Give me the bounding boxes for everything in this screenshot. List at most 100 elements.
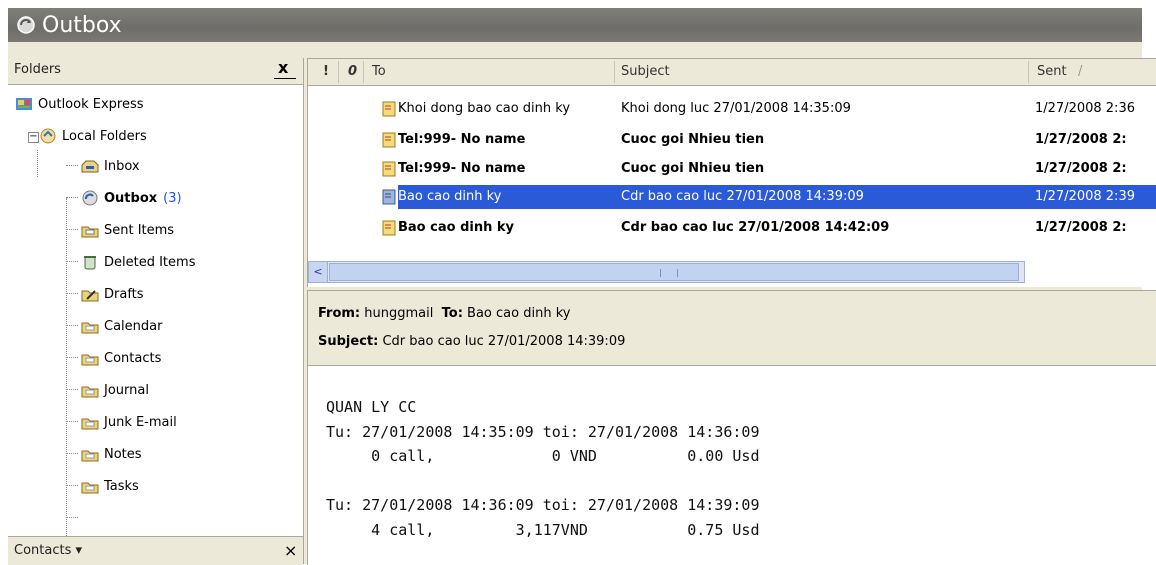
message-sent: 1/27/2008 2:	[1035, 220, 1127, 235]
tree-line	[66, 198, 67, 538]
message-row[interactable]: Tel:999- No name Cuoc goi Nhieu tien 1/2…	[308, 128, 1156, 152]
to-value: Bao cao dinh ky	[467, 306, 571, 321]
message-row[interactable]: Tel:999- No name Cuoc goi Nhieu tien 1/2…	[308, 157, 1156, 181]
folder-label: Sent Items	[104, 222, 175, 238]
message-to: Tel:999- No name	[398, 161, 526, 176]
folder-icon	[81, 482, 99, 494]
tree-line	[66, 421, 78, 422]
message-body: QUAN LY CC Tu: 27/01/2008 14:35:09 toi: …	[326, 398, 760, 539]
folder-label: Contacts	[104, 350, 162, 366]
close-folders-button[interactable]: x	[278, 58, 288, 77]
folder-notes[interactable]: Notes	[80, 443, 142, 465]
from-value: hunggmail	[364, 306, 434, 321]
folder-label: Outlook Express	[38, 96, 144, 112]
folder-deleted-items[interactable]: Deleted Items	[80, 251, 195, 273]
subject-value: Cdr bao cao luc 27/01/2008 14:39:09	[382, 334, 626, 349]
folder-junk-email[interactable]: Junk E-mail	[80, 411, 177, 433]
tree-line	[66, 389, 78, 390]
folders-pane: Folders x − Outlook Express Local Folder…	[8, 58, 304, 564]
message-subject: Cdr bao cao luc 27/01/2008 14:42:09	[621, 220, 890, 235]
tree-line	[66, 357, 78, 358]
column-separator	[338, 61, 339, 83]
folder-tasks[interactable]: Tasks	[80, 475, 139, 497]
tree-line	[66, 197, 78, 198]
message-to: Bao cao dinh ky	[398, 220, 514, 235]
message-row[interactable]: Bao cao dinh ky Cdr bao cao luc 27/01/20…	[308, 216, 1156, 240]
close-underline	[274, 78, 296, 79]
window-title: Outbox	[42, 12, 122, 38]
folders-title: Folders	[14, 62, 61, 77]
preview-pane: From: hunggmail To: Bao cao dinh ky Subj…	[307, 290, 1156, 565]
message-subject: Cuoc goi Nhieu tien	[621, 132, 765, 147]
contacts-pane-header: Contacts ▾ ×	[8, 536, 303, 565]
subject-label: Subject:	[318, 334, 379, 349]
message-sent: 1/27/2008 2:36	[1035, 101, 1135, 116]
message-subject: Khoi dong luc 27/01/2008 14:35:09	[621, 101, 851, 116]
sort-indicator-icon: /	[1078, 64, 1083, 79]
folder-inbox[interactable]: Inbox	[80, 155, 140, 177]
message-subject: Cdr bao cao luc 27/01/2008 14:39:09	[621, 189, 864, 204]
local-folders-icon	[40, 128, 56, 144]
inbox-icon	[81, 160, 99, 173]
folder-label: Outbox	[104, 190, 158, 206]
top-strip	[0, 0, 1156, 8]
tree-line	[66, 229, 78, 230]
folder-local-folders[interactable]: Local Folders	[38, 125, 147, 147]
message-to: Bao cao dinh ky	[398, 189, 502, 204]
folder-contacts[interactable]: Contacts	[80, 347, 161, 369]
deleted-items-icon	[84, 256, 96, 270]
scrollbar-thumb[interactable]	[329, 263, 1019, 281]
folder-calendar[interactable]: Calendar	[80, 315, 162, 337]
priority-column[interactable]: !	[323, 64, 329, 79]
folder-outbox[interactable]: Outbox (3)	[80, 187, 182, 209]
message-subject: Cuoc goi Nhieu tien	[621, 161, 765, 176]
contacts-menu-button[interactable]: Contacts ▾	[14, 543, 82, 558]
folder-label: Drafts	[104, 286, 144, 302]
outbox-icon	[17, 16, 35, 34]
tree-line	[66, 261, 78, 262]
message-list: ! 0 To Subject Sent / Khoi dong bao cao …	[307, 58, 1156, 287]
folder-label: Journal	[104, 382, 149, 398]
folder-label: Tasks	[104, 478, 139, 494]
column-separator	[614, 61, 615, 83]
drafts-icon	[81, 290, 99, 302]
tree-line	[37, 150, 38, 177]
message-row-selected[interactable]: Bao cao dinh ky Cdr bao cao luc 27/01/20…	[308, 185, 1156, 209]
folder-label: Calendar	[104, 318, 163, 334]
from-label: From:	[318, 306, 361, 321]
preview-header: From: hunggmail To: Bao cao dinh ky Subj…	[308, 291, 1156, 366]
sent-column[interactable]: Sent	[1037, 64, 1067, 79]
folder-label: Deleted Items	[104, 254, 196, 270]
preview-from-line: From: hunggmail To: Bao cao dinh ky	[318, 306, 570, 321]
tree-line	[66, 485, 78, 486]
folder-icon	[81, 418, 99, 430]
column-separator	[1028, 61, 1029, 83]
to-label: To:	[441, 306, 463, 321]
folder-journal[interactable]: Journal	[80, 379, 149, 401]
horizontal-scrollbar[interactable]: <	[308, 261, 1025, 283]
folder-sent-items[interactable]: Sent Items	[80, 219, 174, 241]
folders-header: Folders x	[8, 58, 303, 85]
message-icon	[382, 132, 396, 148]
sent-items-icon	[81, 226, 99, 238]
tree-line	[66, 165, 78, 166]
tree-line	[66, 453, 78, 454]
attachment-column[interactable]: 0	[348, 64, 357, 79]
folder-icon	[81, 354, 99, 366]
message-icon	[382, 189, 396, 205]
message-row[interactable]: Khoi dong bao cao dinh ky Khoi dong luc …	[308, 97, 1156, 121]
close-contacts-button[interactable]: ×	[284, 541, 297, 560]
scrollbar-grip	[660, 269, 678, 277]
folder-drafts[interactable]: Drafts	[80, 283, 144, 305]
to-column[interactable]: To	[372, 64, 386, 79]
message-icon	[382, 220, 396, 236]
scroll-left-button[interactable]: <	[309, 262, 328, 282]
folder-icon	[81, 450, 99, 462]
subject-column[interactable]: Subject	[621, 64, 670, 79]
folder-icon	[81, 322, 99, 334]
tree-line	[66, 325, 78, 326]
outbox-icon	[82, 190, 98, 206]
preview-subject-line: Subject: Cdr bao cao luc 27/01/2008 14:3…	[318, 334, 625, 349]
folder-outlook-express[interactable]: Outlook Express	[14, 93, 144, 115]
folder-label: Inbox	[104, 158, 140, 174]
